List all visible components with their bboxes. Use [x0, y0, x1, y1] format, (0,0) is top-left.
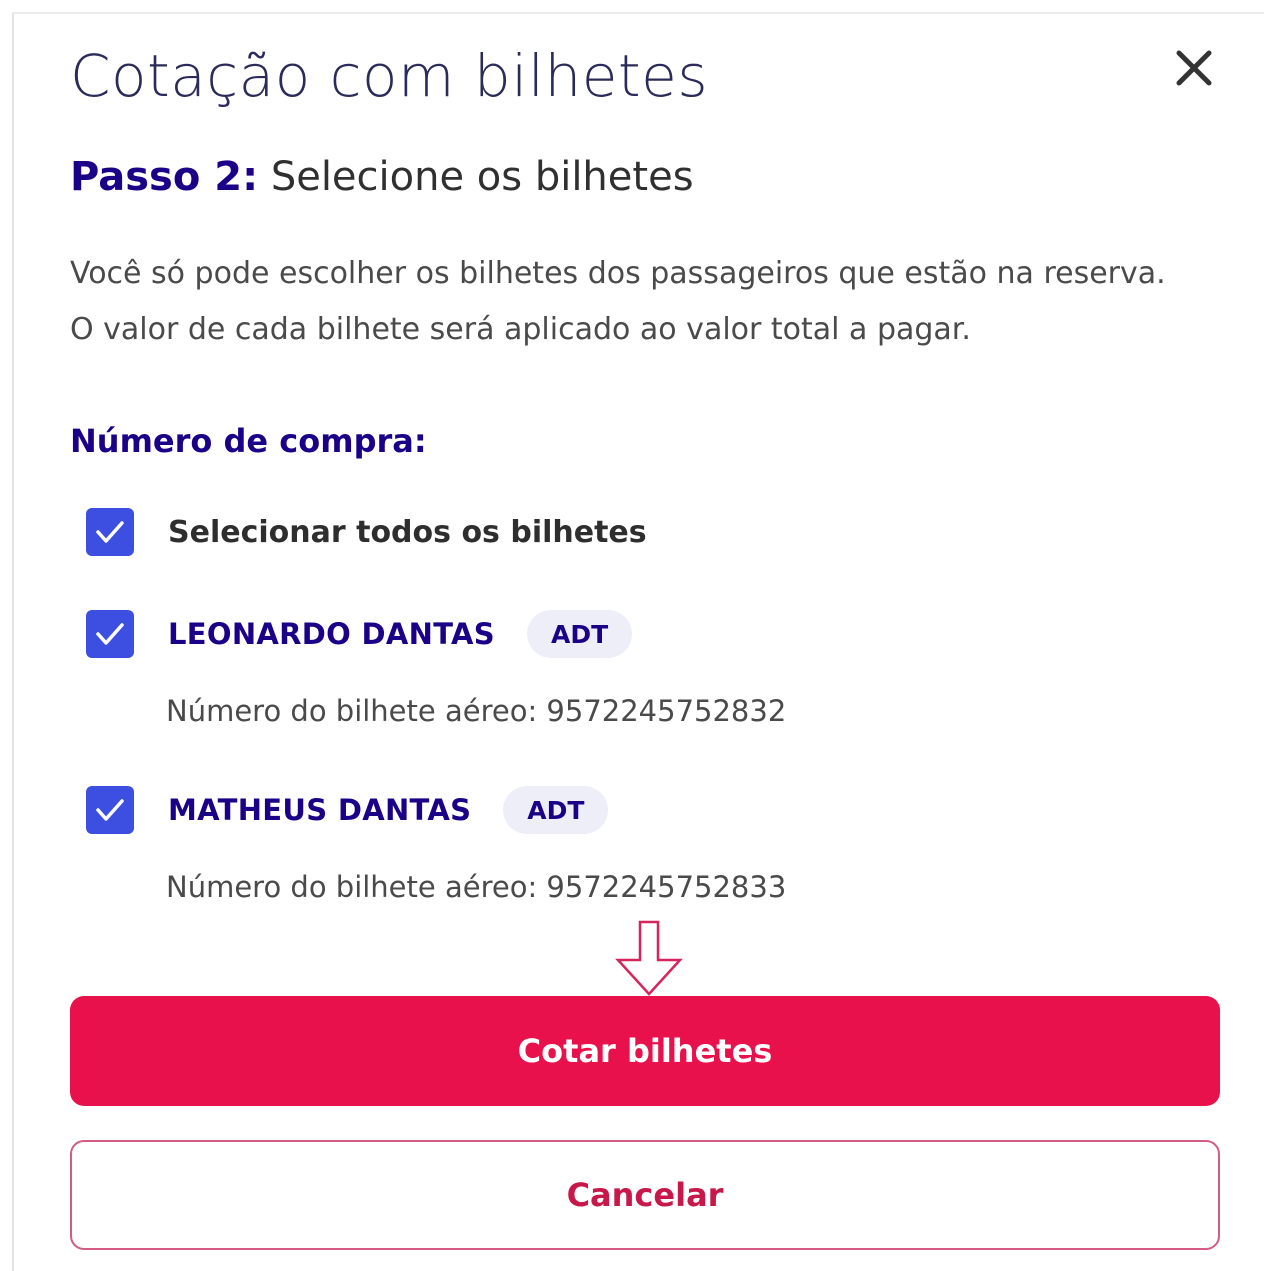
select-all-label: Selecionar todos os bilhetes — [168, 514, 647, 550]
cancel-button[interactable]: Cancelar — [70, 1140, 1220, 1250]
description-line-2: O valor de cada bilhete será aplicado ao… — [70, 312, 971, 347]
step-heading: Passo 2: Selecione os bilhetes — [70, 154, 694, 200]
passenger-name: LEONARDO DANTAS — [168, 617, 495, 651]
passenger-name: MATHEUS DANTAS — [168, 793, 472, 827]
checkmark-icon — [96, 799, 124, 821]
select-all-checkbox[interactable] — [86, 508, 134, 556]
quote-tickets-button[interactable]: Cotar bilhetes — [70, 996, 1220, 1106]
ticket-number: Número do bilhete aéreo: 9572245752832 — [166, 694, 787, 728]
quote-tickets-modal: Cotação com bilhetes Passo 2: Selecione … — [12, 12, 1264, 1271]
description-line-1: Você só pode escolher os bilhetes dos pa… — [70, 256, 1166, 291]
step-label: Passo 2: — [70, 154, 259, 200]
passenger-checkbox[interactable] — [86, 610, 134, 658]
checkmark-icon — [96, 623, 124, 645]
modal-title: Cotação com bilhetes — [70, 42, 709, 110]
purchase-number-label: Número de compra: — [70, 422, 427, 460]
checkmark-icon — [96, 521, 124, 543]
close-button[interactable] — [1174, 48, 1214, 88]
description: Você só pode escolher os bilhetes dos pa… — [70, 246, 1230, 358]
ticket-number: Número do bilhete aéreo: 9572245752833 — [166, 870, 787, 904]
arrow-down-outline-icon — [615, 920, 683, 996]
passenger-checkbox[interactable] — [86, 786, 134, 834]
select-all-row[interactable]: Selecionar todos os bilhetes — [86, 506, 647, 558]
close-icon — [1176, 50, 1212, 86]
passenger-type-badge: ADT — [526, 610, 633, 658]
passenger-row[interactable]: LEONARDO DANTAS ADT — [86, 608, 633, 660]
passenger-row[interactable]: MATHEUS DANTAS ADT — [86, 784, 609, 836]
step-text: Selecione os bilhetes — [270, 154, 694, 200]
passenger-type-badge: ADT — [503, 786, 609, 834]
